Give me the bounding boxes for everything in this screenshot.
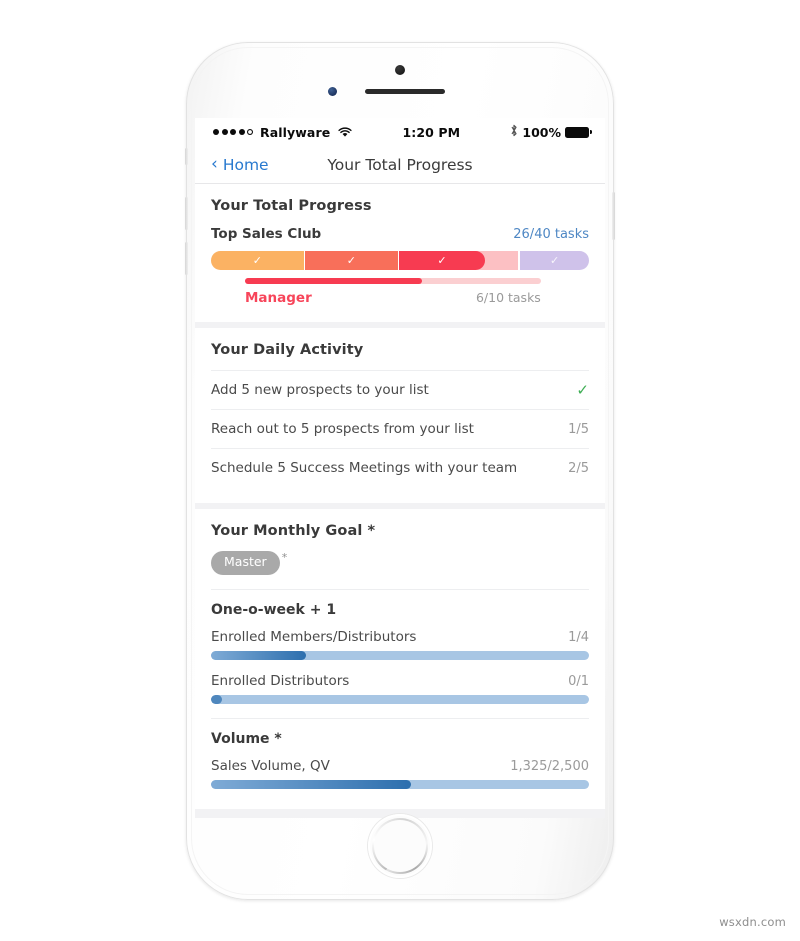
battery-percent-label: 100% xyxy=(522,124,561,140)
power-button[interactable] xyxy=(612,192,615,240)
carrier-label: Rallyware xyxy=(260,124,331,140)
monthly-goal-title: Your Monthly Goal * xyxy=(211,523,376,539)
total-progress-title: Your Total Progress xyxy=(211,198,372,214)
segment-check-icon: ✓ xyxy=(346,254,357,267)
proximity-sensor-icon xyxy=(395,65,405,75)
metric-progress-track xyxy=(211,779,589,789)
home-button[interactable] xyxy=(368,814,432,878)
activity-value: 1/5 xyxy=(568,421,589,437)
metric-progress-fill xyxy=(211,694,223,704)
activity-value: 2/5 xyxy=(568,460,589,476)
segment-check-icon: ✓ xyxy=(549,254,560,267)
earpiece-speaker-icon xyxy=(365,89,445,94)
front-camera-icon xyxy=(328,87,337,96)
activity-label: Reach out to 5 prospects from your list xyxy=(211,421,474,437)
volume-down-button[interactable] xyxy=(185,242,188,275)
segment-orange: ✓ xyxy=(211,251,304,270)
metric-value: 0/1 xyxy=(568,673,589,689)
status-bar-right: 100% xyxy=(510,124,592,140)
activity-row[interactable]: Schedule 5 Success Meetings with your te… xyxy=(211,448,589,487)
metric-label: Enrolled Distributors xyxy=(211,672,350,689)
total-progress-card: Your Total Progress Top Sales Club 26/40… xyxy=(195,184,605,322)
master-badge-asterisk: * xyxy=(281,551,288,564)
top-sales-club-row: Top Sales Club 26/40 tasks xyxy=(211,226,589,242)
metric-enrolled-members: Enrolled Members/Distributors 1/4 xyxy=(211,629,589,660)
metric-row: Enrolled Distributors 0/1 xyxy=(211,673,589,689)
club-name-label: Top Sales Club xyxy=(211,226,322,242)
metric-progress-fill xyxy=(211,779,412,789)
segment-coral: ✓ xyxy=(305,251,398,270)
phone-device: Rallyware 1:20 PM 100% ‹ Home Your Total… xyxy=(185,42,615,900)
segment-purple: ✓ xyxy=(520,251,589,270)
metric-label: Enrolled Members/Distributors xyxy=(211,628,417,645)
manager-tasks-count: 6/10 tasks xyxy=(475,290,541,305)
wifi-icon xyxy=(338,126,352,138)
master-badge-wrapper: Master * xyxy=(211,551,589,575)
manager-label: Manager xyxy=(245,290,312,306)
metric-row: Enrolled Members/Distributors 1/4 xyxy=(211,629,589,645)
activity-label: Add 5 new prospects to your list xyxy=(211,382,429,398)
silent-switch[interactable] xyxy=(185,148,188,165)
home-button-ring xyxy=(372,818,428,874)
metric-sales-volume: Sales Volume, QV 1,325/2,500 xyxy=(211,758,589,789)
goal-section-title: One-o-week + 1 xyxy=(211,601,337,618)
back-button[interactable]: ‹ Home xyxy=(211,153,269,174)
goal-section-one-o-week: One-o-week + 1 Enrolled Members/Distribu… xyxy=(211,588,589,704)
home-button-inner xyxy=(374,820,426,872)
battery-full-icon xyxy=(565,126,592,138)
metric-row: Sales Volume, QV 1,325/2,500 xyxy=(211,758,589,774)
volume-up-button[interactable] xyxy=(185,197,188,230)
metric-progress-fill xyxy=(211,650,306,660)
clock-label: 1:20 PM xyxy=(402,124,461,140)
metric-value: 1,325/2,500 xyxy=(510,758,589,774)
activity-check-icon: ✓ xyxy=(576,380,589,399)
metric-label: Sales Volume, QV xyxy=(211,757,330,774)
segmented-progress-bar: ✓ ✓ ✓ ✓ xyxy=(211,251,589,270)
back-button-label: Home xyxy=(222,155,269,174)
bluetooth-icon xyxy=(510,124,518,140)
content-scroll-area[interactable]: Your Total Progress Top Sales Club 26/40… xyxy=(195,184,605,818)
navigation-bar: ‹ Home Your Total Progress xyxy=(195,146,605,184)
segment-check-icon: ✓ xyxy=(437,254,447,267)
master-badge[interactable]: Master xyxy=(211,551,280,575)
segment-check-icon: ✓ xyxy=(252,254,262,267)
metric-enrolled-distributors: Enrolled Distributors 0/1 xyxy=(211,673,589,704)
manager-progress-fill xyxy=(245,278,423,284)
manager-label-row: Manager 6/10 tasks xyxy=(245,290,541,306)
signal-strength-icon xyxy=(213,129,253,135)
goal-section-title: Volume * xyxy=(211,730,282,747)
activity-row[interactable]: Add 5 new prospects to your list ✓ xyxy=(211,370,589,409)
daily-activity-title: Your Daily Activity xyxy=(211,342,364,358)
club-tasks-count[interactable]: 26/40 tasks xyxy=(513,227,589,242)
activity-row[interactable]: Reach out to 5 prospects from your list … xyxy=(211,409,589,448)
goal-section-volume: Volume * Sales Volume, QV 1,325/2,500 xyxy=(211,717,589,789)
chevron-left-icon: ‹ xyxy=(211,153,218,174)
activity-label: Schedule 5 Success Meetings with your te… xyxy=(211,460,518,476)
status-bar: Rallyware 1:20 PM 100% xyxy=(195,118,605,146)
manager-progress-block: Manager 6/10 tasks xyxy=(211,278,589,306)
daily-activity-card: Your Daily Activity Add 5 new prospects … xyxy=(195,328,605,503)
metric-progress-track xyxy=(211,694,589,704)
status-bar-left: Rallyware xyxy=(213,125,352,140)
watermark: wsxdn.com xyxy=(719,915,786,929)
manager-progress-track xyxy=(245,278,541,284)
monthly-goal-card: Your Monthly Goal * Master * One-o-week … xyxy=(195,509,605,809)
metric-value: 1/4 xyxy=(568,629,589,645)
metric-progress-track xyxy=(211,650,589,660)
segment-red: ✓ xyxy=(399,251,485,270)
phone-screen: Rallyware 1:20 PM 100% ‹ Home Your Total… xyxy=(195,118,605,818)
